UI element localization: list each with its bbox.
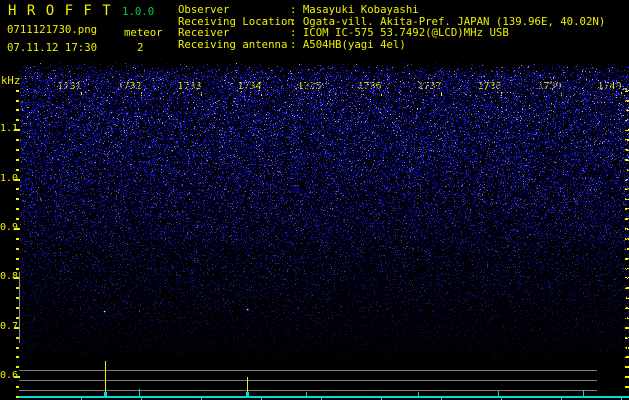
y-axis-right-tick	[625, 386, 629, 388]
y-axis-minor-tick	[16, 149, 19, 151]
filename-label: 0711121730.png	[7, 23, 98, 36]
y-axis-right-tick	[625, 366, 629, 368]
spike-base	[104, 392, 107, 396]
meteor-count-spike	[105, 361, 106, 396]
info-row: Receiving antenna: A504HB(yagi 4el)	[178, 39, 605, 51]
y-axis-minor-tick	[16, 119, 19, 121]
version-label: 1.0.0	[122, 5, 155, 18]
y-axis-minor-tick	[16, 218, 19, 220]
y-axis-unit-label: kHz	[1, 74, 21, 87]
info-value: : A504HB(yagi 4el)	[290, 37, 406, 51]
y-axis-minor-tick	[16, 356, 19, 358]
y-axis-minor-tick	[16, 386, 19, 388]
spike-base	[246, 392, 249, 396]
info-label: Observer	[178, 3, 230, 16]
y-axis-minor-tick	[16, 238, 19, 240]
y-axis-minor-tick	[16, 198, 19, 200]
y-axis-minor-tick	[16, 188, 19, 190]
info-value: : Masayuki Kobayashi	[290, 3, 419, 16]
y-axis-minor-tick	[16, 268, 19, 270]
y-axis-minor-tick	[16, 169, 19, 171]
y-axis-minor-tick	[16, 90, 19, 92]
spectrogram-canvas	[20, 63, 629, 361]
y-axis-minor-tick	[16, 208, 19, 210]
level-bump	[139, 389, 140, 396]
y-axis-minor-tick	[16, 258, 19, 260]
y-axis-minor-tick	[16, 109, 19, 111]
info-row: Observer : Masayuki Kobayashi	[178, 4, 605, 16]
y-axis-minor-tick	[16, 366, 19, 368]
level-bump	[583, 390, 584, 396]
level-bump	[418, 392, 419, 396]
hrofft-screen: H R O F F T 1.0.0 0711121730.png meteor …	[0, 0, 629, 400]
app-title: H R O F F T	[8, 3, 112, 19]
y-axis-minor-tick	[16, 139, 19, 141]
level-baseline	[19, 396, 629, 398]
info-label: Receiving antenna	[178, 37, 288, 51]
meteor-count: 2	[137, 41, 144, 54]
level-bump	[306, 392, 307, 396]
level-bump	[498, 391, 499, 396]
y-axis-minor-tick	[16, 248, 19, 250]
y-axis-right-tick	[625, 376, 629, 378]
mode-label: meteor	[124, 26, 163, 39]
y-axis-major-tick	[14, 376, 20, 378]
datetime-label: 07.11.12 17:30	[7, 41, 98, 54]
y-axis-minor-tick	[16, 159, 19, 161]
y-axis-minor-tick	[16, 347, 19, 349]
observer-info-block: Observer: Masayuki Kobayashi Receiving Lo…	[178, 4, 605, 50]
echo-band-marker	[19, 272, 20, 343]
y-axis-minor-tick	[16, 100, 19, 102]
